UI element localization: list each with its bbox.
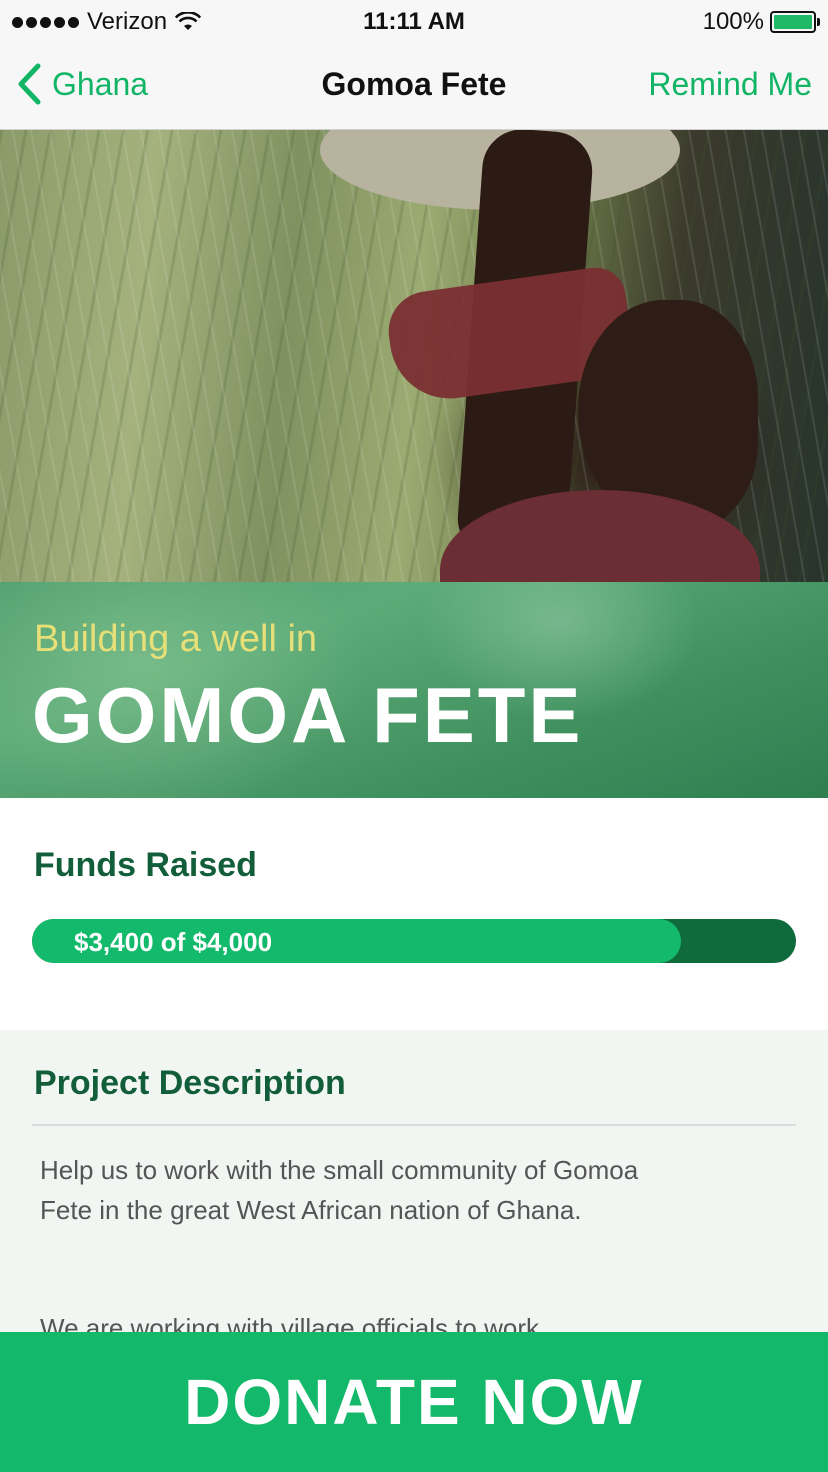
navigation-bar: Ghana Gomoa Fete Remind Me	[0, 40, 828, 130]
funds-progress-text: $3,400 of $4,000	[74, 927, 273, 957]
battery-icon	[770, 11, 820, 33]
banner-subtitle: Building a well in	[34, 618, 318, 660]
back-label: Ghana	[52, 65, 149, 102]
battery-level	[774, 15, 812, 29]
project-description-heading: Project Description	[34, 1064, 346, 1102]
donate-now-button[interactable]: DONATE NOW	[0, 1332, 828, 1472]
hero-photo	[0, 130, 828, 582]
donate-now-label: DONATE NOW	[184, 1366, 644, 1438]
banner-title: GOMOA FETE	[32, 671, 584, 759]
back-button[interactable]: Ghana	[16, 62, 148, 106]
funds-section: Funds Raised $3,400 of $4,000	[0, 798, 828, 1030]
status-bar: Verizon 11:11 AM 100%	[0, 0, 828, 40]
funds-raised-heading: Funds Raised	[34, 846, 257, 884]
project-banner: Building a well in GOMOA FETE	[0, 582, 828, 798]
divider	[32, 1124, 796, 1126]
battery-info: 100%	[702, 8, 820, 36]
funds-progress-bar: $3,400 of $4,000	[32, 919, 796, 963]
description-paragraph: Help us to work with the small community…	[40, 1155, 639, 1225]
remind-me-button[interactable]: Remind Me	[648, 66, 812, 103]
battery-percent: 100%	[702, 8, 764, 35]
chevron-left-icon	[18, 63, 41, 105]
